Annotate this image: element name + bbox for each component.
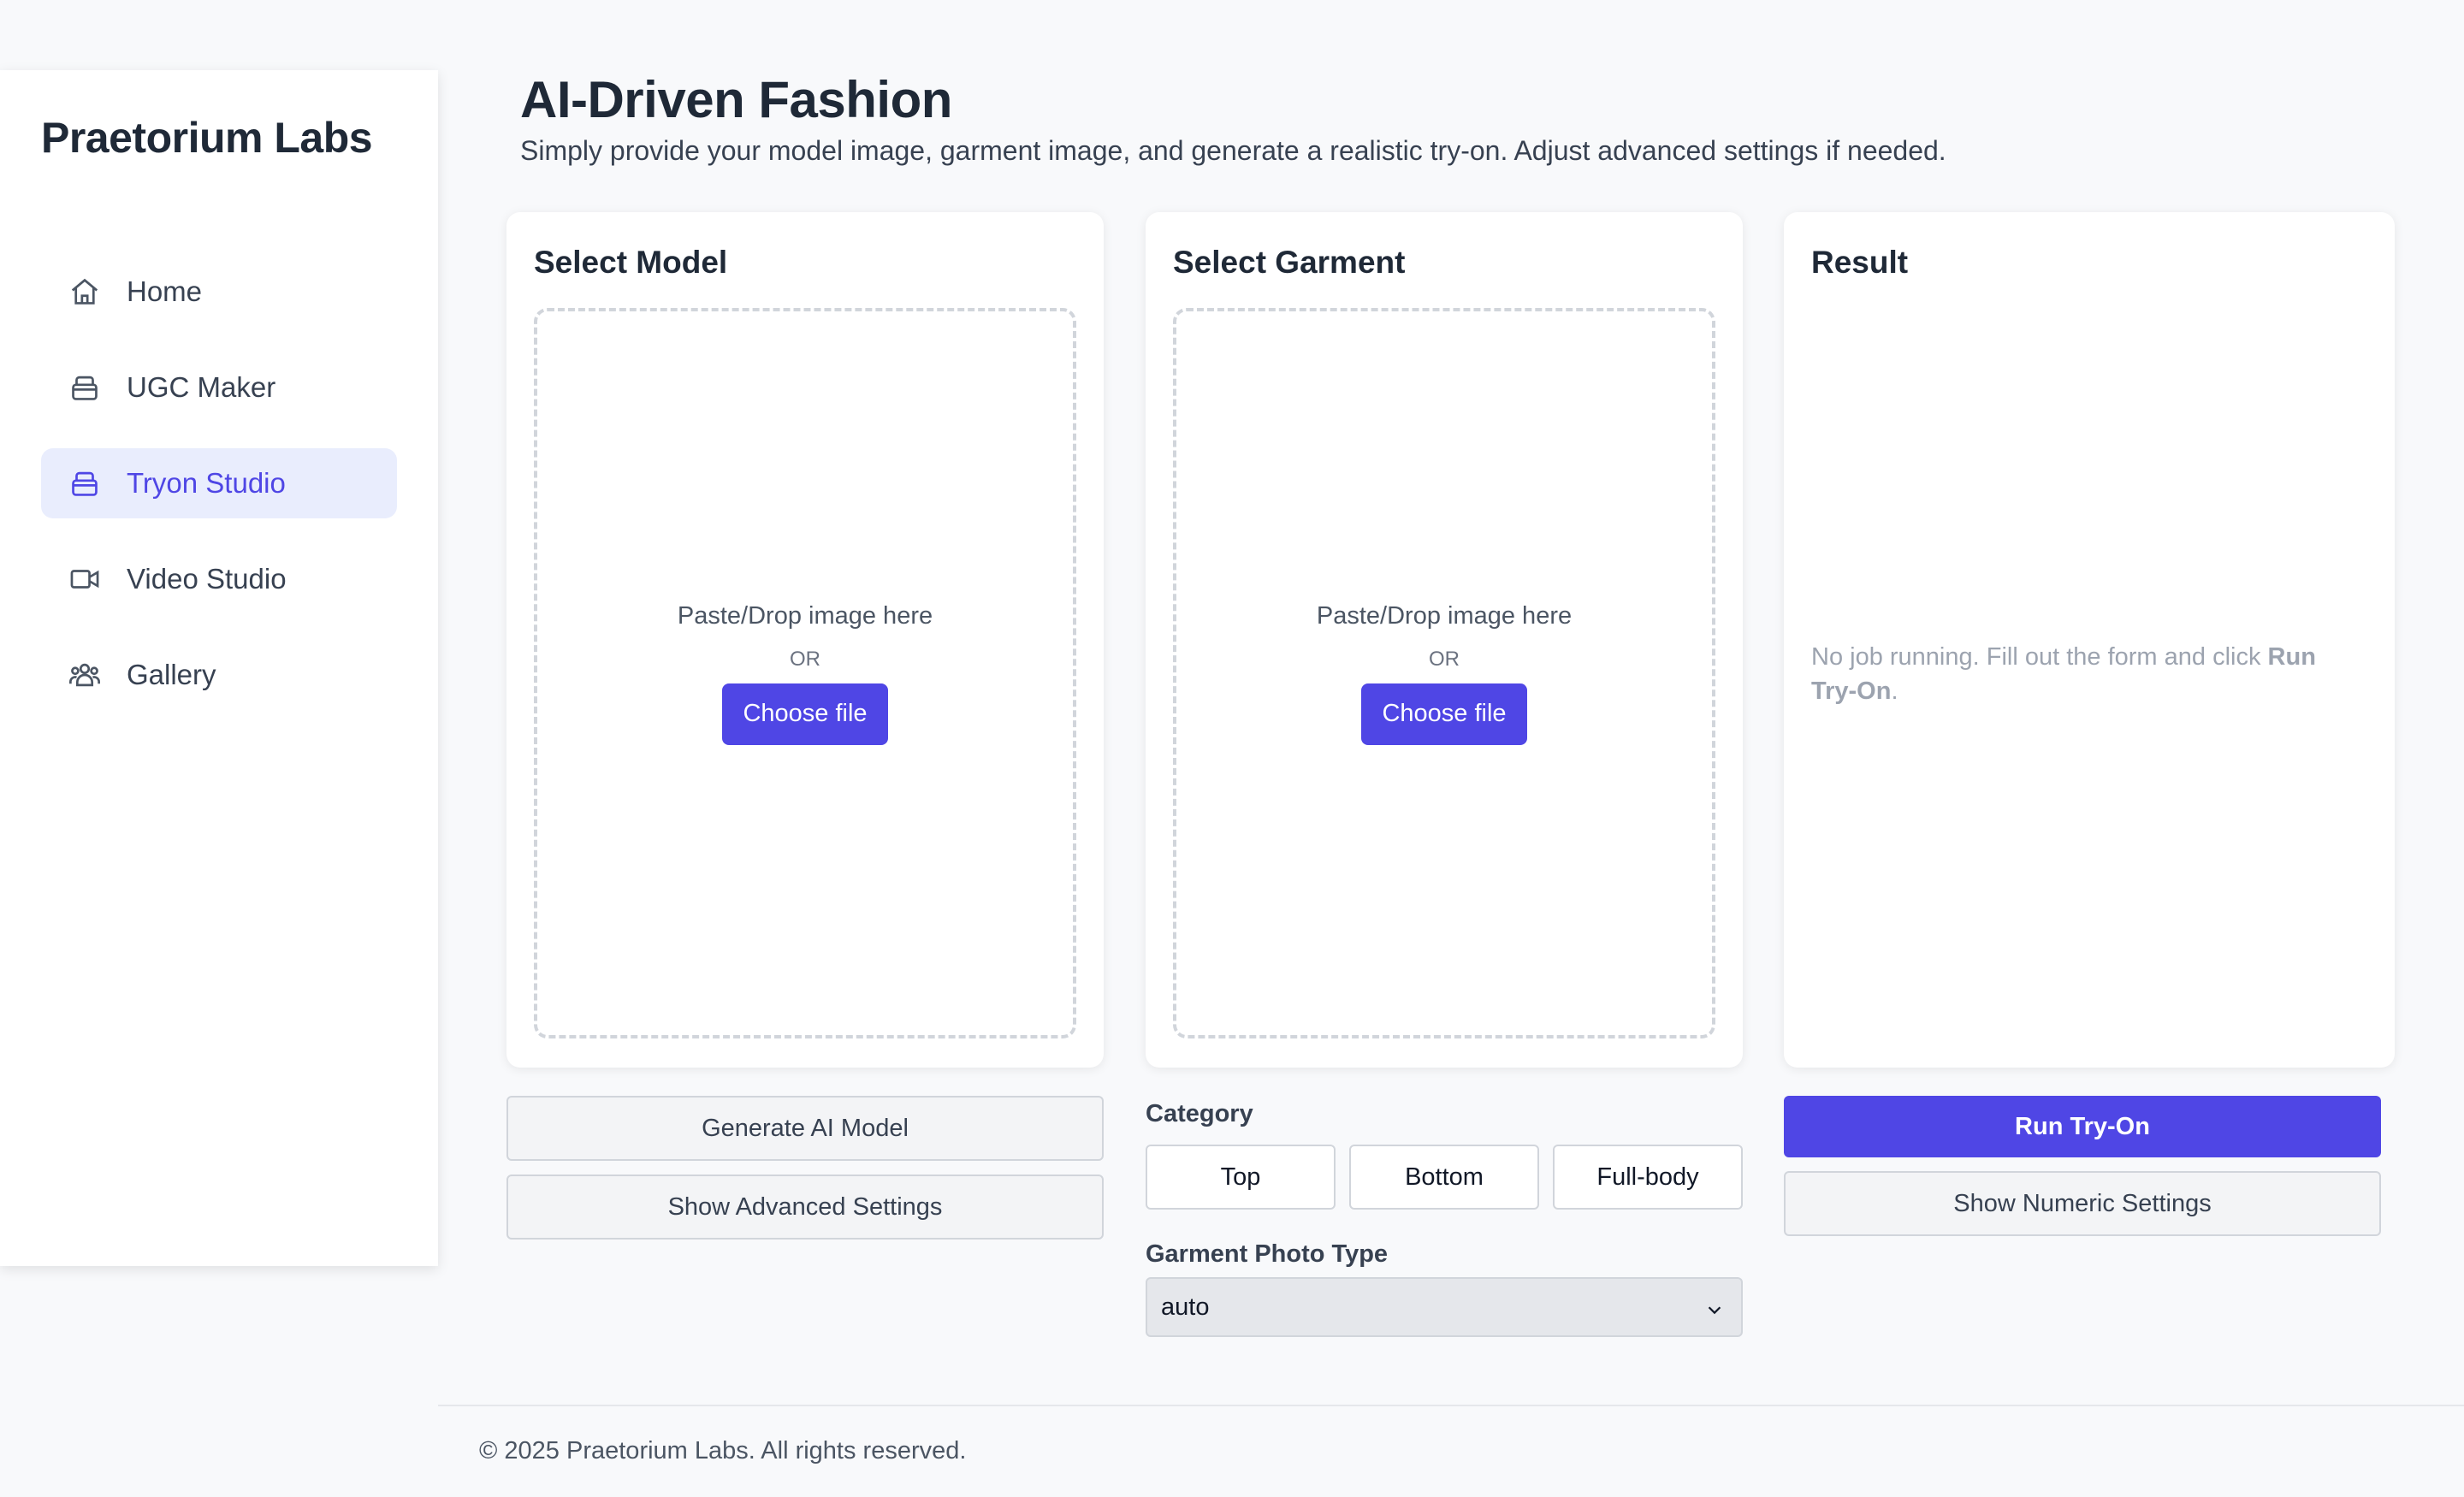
sidebar-item-label: Gallery — [127, 659, 216, 690]
sidebar-item-label: UGC Maker — [127, 371, 276, 403]
select-value: auto — [1161, 1293, 1210, 1321]
category-label: Category — [1146, 1100, 1253, 1127]
category-top-button[interactable]: Top — [1146, 1145, 1336, 1210]
footer-divider — [438, 1405, 2464, 1406]
card-title: Select Model — [534, 245, 728, 280]
page-subtitle: Simply provide your model image, garment… — [520, 135, 1946, 166]
garment-photo-type-label: Garment Photo Type — [1146, 1240, 1389, 1268]
generate-ai-model-button[interactable]: Generate AI Model — [506, 1096, 1104, 1161]
dropzone-text: Paste/Drop image here — [677, 601, 933, 630]
result-card: Result No job running. Fill out the form… — [1784, 212, 2395, 1068]
sidebar-item-gallery[interactable]: Gallery — [41, 640, 397, 710]
sidebar: Praetorium Labs Home UGC Maker Tryon Stu… — [0, 70, 438, 1266]
result-status-message: No job running. Fill out the form and cl… — [1811, 643, 2316, 705]
select-model-card: Select Model Paste/Drop image here OR Ch… — [506, 212, 1104, 1068]
model-choose-file-button[interactable]: Choose file — [722, 683, 888, 745]
bag-icon — [68, 371, 101, 404]
sidebar-item-video-studio[interactable]: Video Studio — [41, 544, 397, 614]
brand-name: Praetorium Labs — [41, 114, 373, 162]
bag-icon — [68, 467, 101, 500]
run-try-on-button[interactable]: Run Try-On — [1784, 1096, 2381, 1157]
sidebar-item-label: Video Studio — [127, 563, 287, 595]
select-garment-card: Select Garment Paste/Drop image here OR … — [1146, 212, 1743, 1068]
sidebar-nav: Home UGC Maker Tryon Studio Video Studio… — [41, 257, 397, 736]
dropzone-or: OR — [790, 647, 820, 671]
model-dropzone[interactable]: Paste/Drop image here OR Choose file — [534, 308, 1076, 1038]
show-numeric-settings-button[interactable]: Show Numeric Settings — [1784, 1171, 2381, 1236]
page-title: AI-Driven Fashion — [520, 71, 952, 128]
dropzone-text: Paste/Drop image here — [1316, 601, 1573, 630]
sidebar-item-tryon-studio[interactable]: Tryon Studio — [41, 448, 397, 518]
show-advanced-settings-button[interactable]: Show Advanced Settings — [506, 1175, 1104, 1240]
sidebar-item-ugc-maker[interactable]: UGC Maker — [41, 352, 397, 423]
card-title: Select Garment — [1173, 245, 1406, 280]
garment-dropzone[interactable]: Paste/Drop image here OR Choose file — [1173, 308, 1715, 1038]
garment-choose-file-button[interactable]: Choose file — [1361, 683, 1527, 745]
card-title: Result — [1811, 245, 1909, 280]
category-bottom-button[interactable]: Bottom — [1349, 1145, 1539, 1210]
home-icon — [68, 275, 101, 308]
sidebar-item-label: Tryon Studio — [127, 467, 286, 499]
users-icon — [68, 659, 101, 691]
video-camera-icon — [68, 563, 101, 595]
category-full-body-button[interactable]: Full-body — [1553, 1145, 1743, 1210]
sidebar-item-label: Home — [127, 275, 203, 307]
footer-copyright: © 2025 Praetorium Labs. All rights reser… — [479, 1437, 967, 1464]
garment-photo-type-select[interactable]: auto — [1146, 1277, 1743, 1337]
dropzone-or: OR — [1429, 647, 1460, 671]
chevron-down-icon — [1705, 1298, 1724, 1317]
sidebar-item-home[interactable]: Home — [41, 257, 397, 327]
